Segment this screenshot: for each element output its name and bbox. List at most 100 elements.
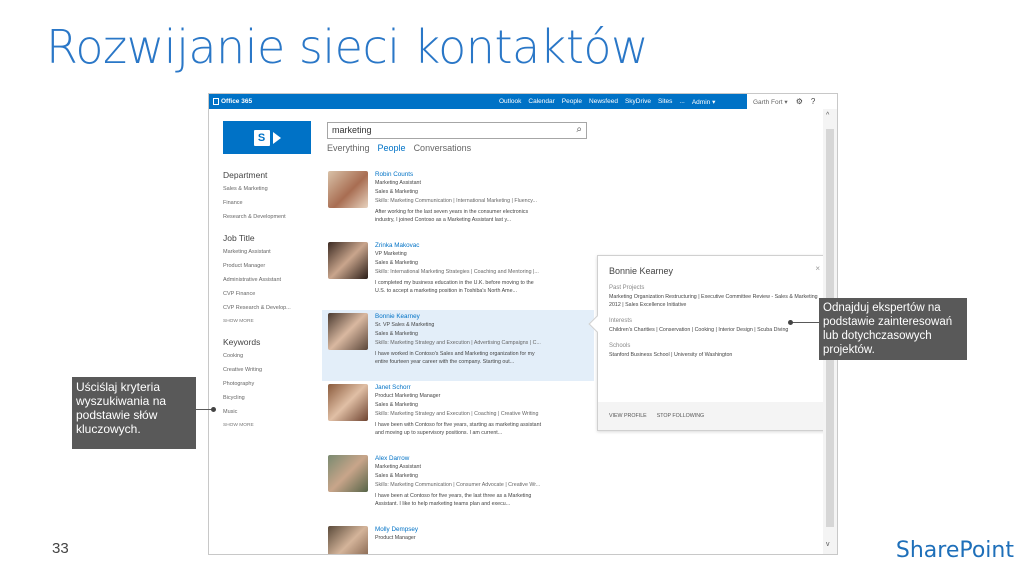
avatar[interactable] <box>328 384 368 421</box>
person-hovercard: Bonnie Kearney × Past Projects Marketing… <box>588 255 831 431</box>
gear-icon[interactable]: ⚙ <box>796 97 803 106</box>
search-icon[interactable]: ⌕ <box>576 124 582 135</box>
sharepoint-logo: SharePoint <box>895 538 1014 563</box>
section-label: Schools <box>609 343 631 349</box>
person-department: Sales & Marketing <box>375 331 418 337</box>
person-department: Sales & Marketing <box>375 473 418 479</box>
nav-people[interactable]: People <box>562 98 582 106</box>
nav-outlook[interactable]: Outlook <box>499 98 521 106</box>
result-row[interactable]: Alex Darrow Marketing Assistant Sales & … <box>322 452 594 523</box>
slide-title: Rozwijanie sieci kontaktów <box>46 20 649 74</box>
refiner-heading: Department <box>223 170 268 180</box>
person-title: Marketing Assistant <box>375 464 421 470</box>
app-name: Office 365 <box>221 98 253 105</box>
chevron-down-icon[interactable]: v <box>826 541 830 548</box>
person-skills: Skills: Marketing Communication | Intern… <box>375 198 537 204</box>
person-summary: U.S. to accept a marketing position in T… <box>375 288 517 294</box>
past-projects-text: Marketing Organization Restructuring | E… <box>609 294 818 308</box>
avatar[interactable] <box>328 242 368 279</box>
refiner-heading: Keywords <box>223 337 261 347</box>
past-projects-section: Past Projects Marketing Organization Res… <box>609 285 821 309</box>
hovercard-name[interactable]: Bonnie Kearney <box>609 266 673 276</box>
avatar[interactable] <box>328 313 368 350</box>
show-more-link[interactable]: SHOW MORE <box>223 423 313 428</box>
refiner-item[interactable]: Sales & Marketing <box>223 186 313 192</box>
refiner-item[interactable]: Finance <box>223 200 313 206</box>
result-row-selected[interactable]: Bonnie Kearney Sr. VP Sales & Marketing … <box>322 310 594 381</box>
nav-calendar[interactable]: Calendar <box>528 98 554 106</box>
person-name[interactable]: Zrinka Makovac <box>375 242 588 249</box>
sharepoint-icon: S <box>253 129 270 146</box>
person-title: Marketing Assistant <box>375 180 421 186</box>
nav-newsfeed[interactable]: Newsfeed <box>589 98 618 106</box>
refiner-item[interactable]: Music <box>223 409 313 415</box>
person-name[interactable]: Janet Schorr <box>375 384 588 391</box>
person-name[interactable]: Molly Dempsey <box>375 526 588 533</box>
suite-nav: Outlook Calendar People Newsfeed SkyDriv… <box>499 98 715 106</box>
office-icon <box>213 98 219 105</box>
show-more-link[interactable]: SHOW MORE <box>223 319 313 324</box>
refiners-panel: Department Sales & Marketing Finance Res… <box>223 170 313 441</box>
result-row[interactable]: Janet Schorr Product Marketing Manager S… <box>322 381 594 452</box>
refiner-department: Department Sales & Marketing Finance Res… <box>223 170 313 220</box>
refiner-item[interactable]: CVP Finance <box>223 291 313 297</box>
section-label: Past Projects <box>609 285 645 291</box>
person-summary: and moving up to supervisory positions. … <box>375 430 503 436</box>
stop-following-link[interactable]: STOP FOLLOWING <box>657 413 705 419</box>
callout-dot-left <box>211 407 216 412</box>
nav-skydrive[interactable]: SkyDrive <box>625 98 651 106</box>
refiner-item[interactable]: CVP Research & Develop... <box>223 305 313 311</box>
refiner-item[interactable]: Product Manager <box>223 263 313 269</box>
avatar[interactable] <box>328 455 368 492</box>
person-title: Sr. VP Sales & Marketing <box>375 322 435 328</box>
person-skills: Skills: International Marketing Strategi… <box>375 269 539 275</box>
callout-refine-keywords: Uściślaj kryteria wyszukiwania na podsta… <box>72 377 196 449</box>
nav-admin[interactable]: Admin ▾ <box>692 98 716 106</box>
suite-bar: Office 365 Outlook Calendar People Newsf… <box>209 94 837 109</box>
refiner-item[interactable]: Administrative Assistant <box>223 277 313 283</box>
person-summary: I have been with Contoso for five years,… <box>375 422 542 428</box>
refiner-item[interactable]: Photography <box>223 381 313 387</box>
slide-number: 33 <box>52 540 69 557</box>
chevron-up-icon[interactable]: ^ <box>826 112 829 119</box>
person-name[interactable]: Bonnie Kearney <box>375 313 588 320</box>
person-skills: Skills: Marketing Communication | Consum… <box>375 482 541 488</box>
refiner-item[interactable]: Marketing Assistant <box>223 249 313 255</box>
help-icon[interactable]: ? <box>811 97 815 106</box>
user-menu[interactable]: Garth Fort ▾ <box>753 98 788 106</box>
person-name[interactable]: Robin Counts <box>375 171 588 178</box>
tab-everything[interactable]: Everything <box>327 143 370 153</box>
refiner-keywords: Keywords Cooking Creative Writing Photog… <box>223 337 313 428</box>
person-title: VP Marketing <box>375 251 407 257</box>
refiner-item[interactable]: Creative Writing <box>223 367 313 373</box>
person-department: Sales & Marketing <box>375 189 418 195</box>
refiner-job-title: Job Title Marketing Assistant Product Ma… <box>223 233 313 324</box>
result-row[interactable]: Zrinka Makovac VP Marketing Sales & Mark… <box>322 239 594 310</box>
schools-section: Schools Stanford Business School | Unive… <box>609 343 821 359</box>
nav-more[interactable]: ... <box>679 98 684 106</box>
refiner-item[interactable]: Research & Development <box>223 214 313 220</box>
callout-dot-right <box>788 320 793 325</box>
office365-logo[interactable]: Office 365 <box>213 98 252 105</box>
sharepoint-site-logo[interactable]: S <box>223 121 311 154</box>
avatar[interactable] <box>328 171 368 208</box>
result-row[interactable]: Molly Dempsey Product Manager <box>322 523 594 554</box>
person-title: Product Marketing Manager <box>375 393 441 399</box>
person-summary: After working for the last seven years i… <box>375 209 529 215</box>
callout-find-experts: Odnajduj ekspertów na podstawie zaintere… <box>819 298 967 360</box>
avatar[interactable] <box>328 526 368 554</box>
refiner-item[interactable]: Bicycling <box>223 395 313 401</box>
result-row[interactable]: Robin Counts Marketing Assistant Sales &… <box>322 168 594 239</box>
close-icon[interactable]: × <box>815 264 820 273</box>
schools-text: Stanford Business School | University of… <box>609 352 733 358</box>
tab-people[interactable]: People <box>378 143 406 153</box>
person-name[interactable]: Alex Darrow <box>375 455 588 462</box>
refiner-item[interactable]: Cooking <box>223 353 313 359</box>
person-summary: I have been at Contoso for five years, t… <box>375 493 532 499</box>
nav-sites[interactable]: Sites <box>658 98 672 106</box>
search-input[interactable]: marketing ⌕ <box>327 122 587 139</box>
person-department: Sales & Marketing <box>375 260 418 266</box>
view-profile-link[interactable]: VIEW PROFILE <box>609 413 647 419</box>
person-summary: I completed my business education in the… <box>375 280 534 286</box>
tab-conversations[interactable]: Conversations <box>414 143 472 153</box>
